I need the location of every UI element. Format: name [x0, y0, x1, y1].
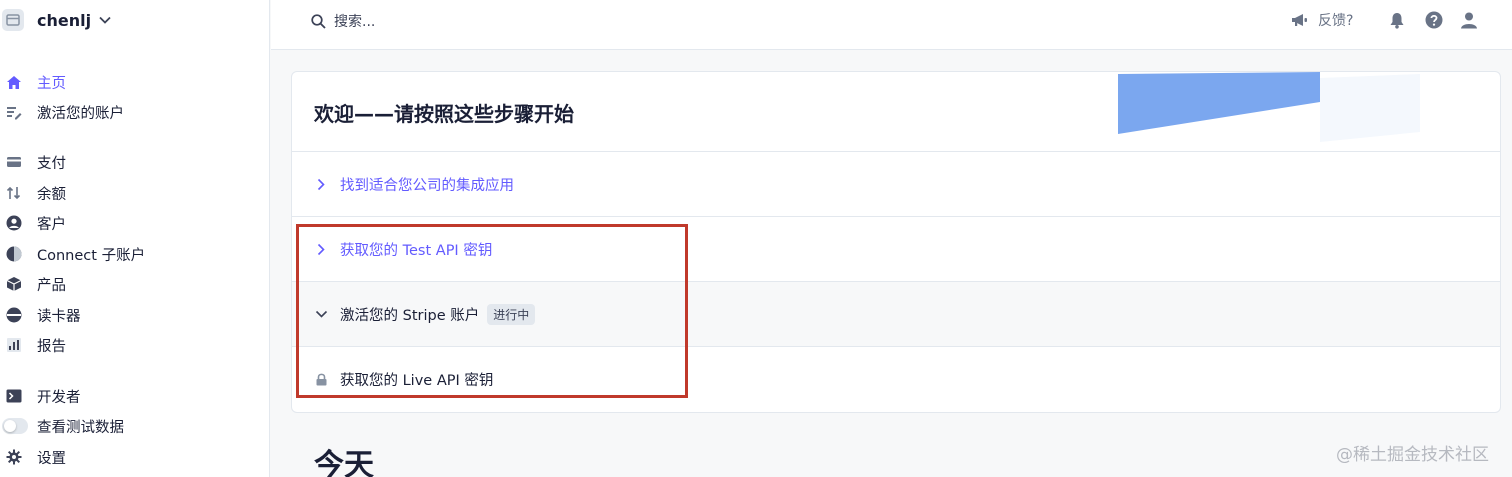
account-switcher[interactable]: chenlj	[0, 6, 111, 34]
sidebar-item-products[interactable]: 产品	[0, 272, 66, 296]
card-reader-icon	[3, 306, 25, 324]
step-find-integration[interactable]: 找到适合您公司的集成应用	[292, 152, 1500, 217]
sidebar-item-reports[interactable]: 报告	[0, 333, 66, 357]
feedback-label: 反馈?	[1318, 13, 1354, 29]
search-icon	[311, 13, 326, 29]
product-box-icon	[3, 275, 25, 293]
sidebar-item-connect[interactable]: Connect 子账户	[0, 242, 145, 266]
sidebar-item-balances[interactable]: 余额	[0, 181, 66, 205]
report-chart-icon	[3, 336, 25, 354]
sidebar-item-card-readers[interactable]: 读卡器	[0, 303, 81, 327]
chevron-down-icon	[99, 16, 111, 24]
payments-icon	[3, 153, 25, 171]
card-header: 欢迎——请按照这些步骤开始	[292, 72, 1500, 152]
decorative-banner-shape	[1118, 72, 1420, 142]
notifications-bell-icon[interactable]	[1387, 10, 1407, 30]
sidebar-item-label: 客户	[37, 216, 66, 233]
sidebar: chenlj 主页 激活您的账户 支付 余额 客户 Connect 子账户 产品…	[0, 0, 270, 477]
highlight-annotation-box	[296, 224, 688, 398]
sidebar-item-payments[interactable]: 支付	[0, 150, 66, 174]
step-label: 找到适合您公司的集成应用	[340, 177, 514, 194]
home-icon	[3, 73, 25, 91]
watermark-text: @稀土掘金技术社区	[1336, 445, 1489, 465]
top-bar: 搜索... 反馈?	[271, 0, 1512, 50]
sidebar-item-label: 产品	[37, 277, 66, 294]
gear-icon	[3, 448, 25, 466]
sidebar-item-label: 主页	[37, 75, 66, 92]
user-profile-icon[interactable]	[1459, 10, 1479, 30]
customer-icon	[3, 214, 25, 232]
connect-icon	[3, 245, 25, 263]
section-title-today: 今天	[314, 448, 374, 477]
chevron-right-icon	[314, 178, 328, 191]
sidebar-item-customers[interactable]: 客户	[0, 211, 66, 235]
sidebar-item-label: 查看测试数据	[37, 419, 124, 436]
sidebar-item-label: 支付	[37, 155, 66, 172]
terminal-icon	[3, 387, 25, 405]
toggle-switch[interactable]	[2, 418, 28, 434]
sidebar-item-label: 读卡器	[37, 308, 81, 325]
test-data-toggle[interactable]: 查看测试数据	[0, 414, 124, 438]
megaphone-icon	[1292, 14, 1307, 26]
sidebar-item-developers[interactable]: 开发者	[0, 384, 81, 408]
sidebar-item-label: 开发者	[37, 389, 81, 406]
sidebar-item-label: 激活您的账户	[37, 105, 124, 122]
account-name: chenlj	[37, 10, 92, 30]
sidebar-item-label: 报告	[37, 338, 66, 355]
search-placeholder: 搜索...	[334, 14, 376, 30]
help-icon[interactable]	[1424, 10, 1444, 30]
sidebar-item-label: 设置	[37, 450, 66, 467]
card-title: 欢迎——请按照这些步骤开始	[314, 102, 574, 126]
sidebar-item-settings[interactable]: 设置	[0, 445, 66, 469]
sidebar-item-home[interactable]: 主页	[0, 70, 66, 94]
edit-list-icon	[3, 103, 25, 121]
account-logo-icon	[2, 9, 24, 31]
sidebar-item-label: Connect 子账户	[37, 247, 146, 264]
feedback-button[interactable]: 反馈?	[1291, 9, 1353, 31]
sidebar-item-activate-account[interactable]: 激活您的账户	[0, 100, 124, 124]
sidebar-item-label: 余额	[37, 186, 66, 203]
arrows-up-down-icon	[3, 184, 25, 202]
search-input[interactable]: 搜索...	[311, 10, 375, 32]
